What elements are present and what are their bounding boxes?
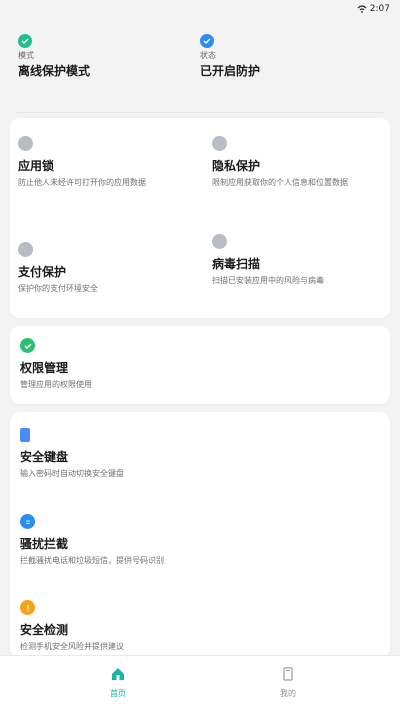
grid-item-title: 支付保护 (18, 265, 67, 279)
profile-icon (283, 667, 293, 681)
lock-icon (18, 136, 33, 151)
permission-desc: 管理应用的权限使用 (20, 380, 92, 389)
bottom-navigation: 首页 我的 (0, 655, 400, 712)
protection-summary: 模式 离线保护模式 状态 已开启防护 (16, 28, 384, 90)
wallet-icon (18, 242, 33, 257)
grid-item-privacy[interactable]: 隐私保护 限制应用获取你的个人信息和位置数据 (212, 136, 382, 188)
block-icon (20, 514, 35, 529)
security-tools-card: 应用锁 防止他人未经许可打开你的应用数据 隐私保护 限制应用获取你的个人信息和位… (10, 118, 390, 318)
list-item-desc: 输入密码时自动切换安全键盘 (20, 469, 124, 478)
alert-icon (20, 600, 35, 615)
protection-status-value: 已开启防护 (200, 64, 261, 78)
mode-status-value: 离线保护模式 (18, 64, 91, 78)
system-status: 2:07 (357, 4, 390, 14)
grid-item-title: 应用锁 (18, 159, 55, 173)
list-item-title: 骚扰拦截 (20, 537, 69, 551)
grid-item-payment[interactable]: 支付保护 保护你的支付环境安全 (18, 242, 188, 294)
permission-item: 权限管理 管理应用的权限使用 (20, 338, 92, 390)
virus-scan-icon (212, 234, 227, 249)
tab-profile-label: 我的 (280, 689, 296, 698)
grid-item-desc: 扫描已安装应用中的风险与病毒 (212, 276, 324, 285)
list-item-title: 安全检测 (20, 623, 69, 637)
grid-item-title: 病毒扫描 (212, 257, 261, 271)
permission-card[interactable]: 权限管理 管理应用的权限使用 (10, 326, 390, 404)
protection-status-label: 状态 (200, 51, 216, 60)
mode-status[interactable]: 模式 离线保护模式 (18, 34, 198, 79)
mode-status-label: 模式 (18, 51, 34, 60)
list-item-desc: 检测手机安全风险并提供建议 (20, 642, 124, 651)
grid-item-desc: 保护你的支付环境安全 (18, 284, 98, 293)
services-list-card: 安全键盘 输入密码时自动切换安全键盘 骚扰拦截 拦截骚扰电话和垃圾短信，提供号码… (10, 412, 390, 658)
list-item-desc: 拦截骚扰电话和垃圾短信，提供号码识别 (20, 556, 164, 565)
grid-item-app-lock[interactable]: 应用锁 防止他人未经许可打开你的应用数据 (18, 136, 188, 188)
tab-home-label: 首页 (110, 689, 126, 698)
tab-home[interactable]: 首页 (88, 666, 148, 699)
status-bar: 2:07 (0, 0, 400, 20)
check-icon (18, 34, 32, 48)
wifi-icon (357, 5, 367, 13)
tab-profile[interactable]: 我的 (258, 666, 318, 699)
keyboard-icon (20, 428, 30, 442)
grid-item-desc: 防止他人未经许可打开你的应用数据 (18, 178, 146, 187)
shield-icon (200, 34, 214, 48)
home-icon (112, 668, 124, 680)
permission-icon (20, 338, 35, 353)
protection-status[interactable]: 状态 已开启防护 (200, 34, 380, 79)
list-item-secure-keyboard[interactable]: 安全键盘 输入密码时自动切换安全键盘 (20, 428, 380, 479)
grid-item-virus-scan[interactable]: 病毒扫描 扫描已安装应用中的风险与病毒 (212, 234, 382, 286)
grid-item-desc: 限制应用获取你的个人信息和位置数据 (212, 178, 348, 187)
list-item-security-check[interactable]: 安全检测 检测手机安全风险并提供建议 (20, 600, 380, 652)
list-item-title: 安全键盘 (20, 450, 69, 464)
section-divider (16, 112, 384, 113)
list-item-harassment-block[interactable]: 骚扰拦截 拦截骚扰电话和垃圾短信，提供号码识别 (20, 514, 380, 566)
permission-title: 权限管理 (20, 361, 69, 375)
privacy-icon (212, 136, 227, 151)
status-time: 2:07 (369, 4, 390, 14)
grid-item-title: 隐私保护 (212, 159, 261, 173)
